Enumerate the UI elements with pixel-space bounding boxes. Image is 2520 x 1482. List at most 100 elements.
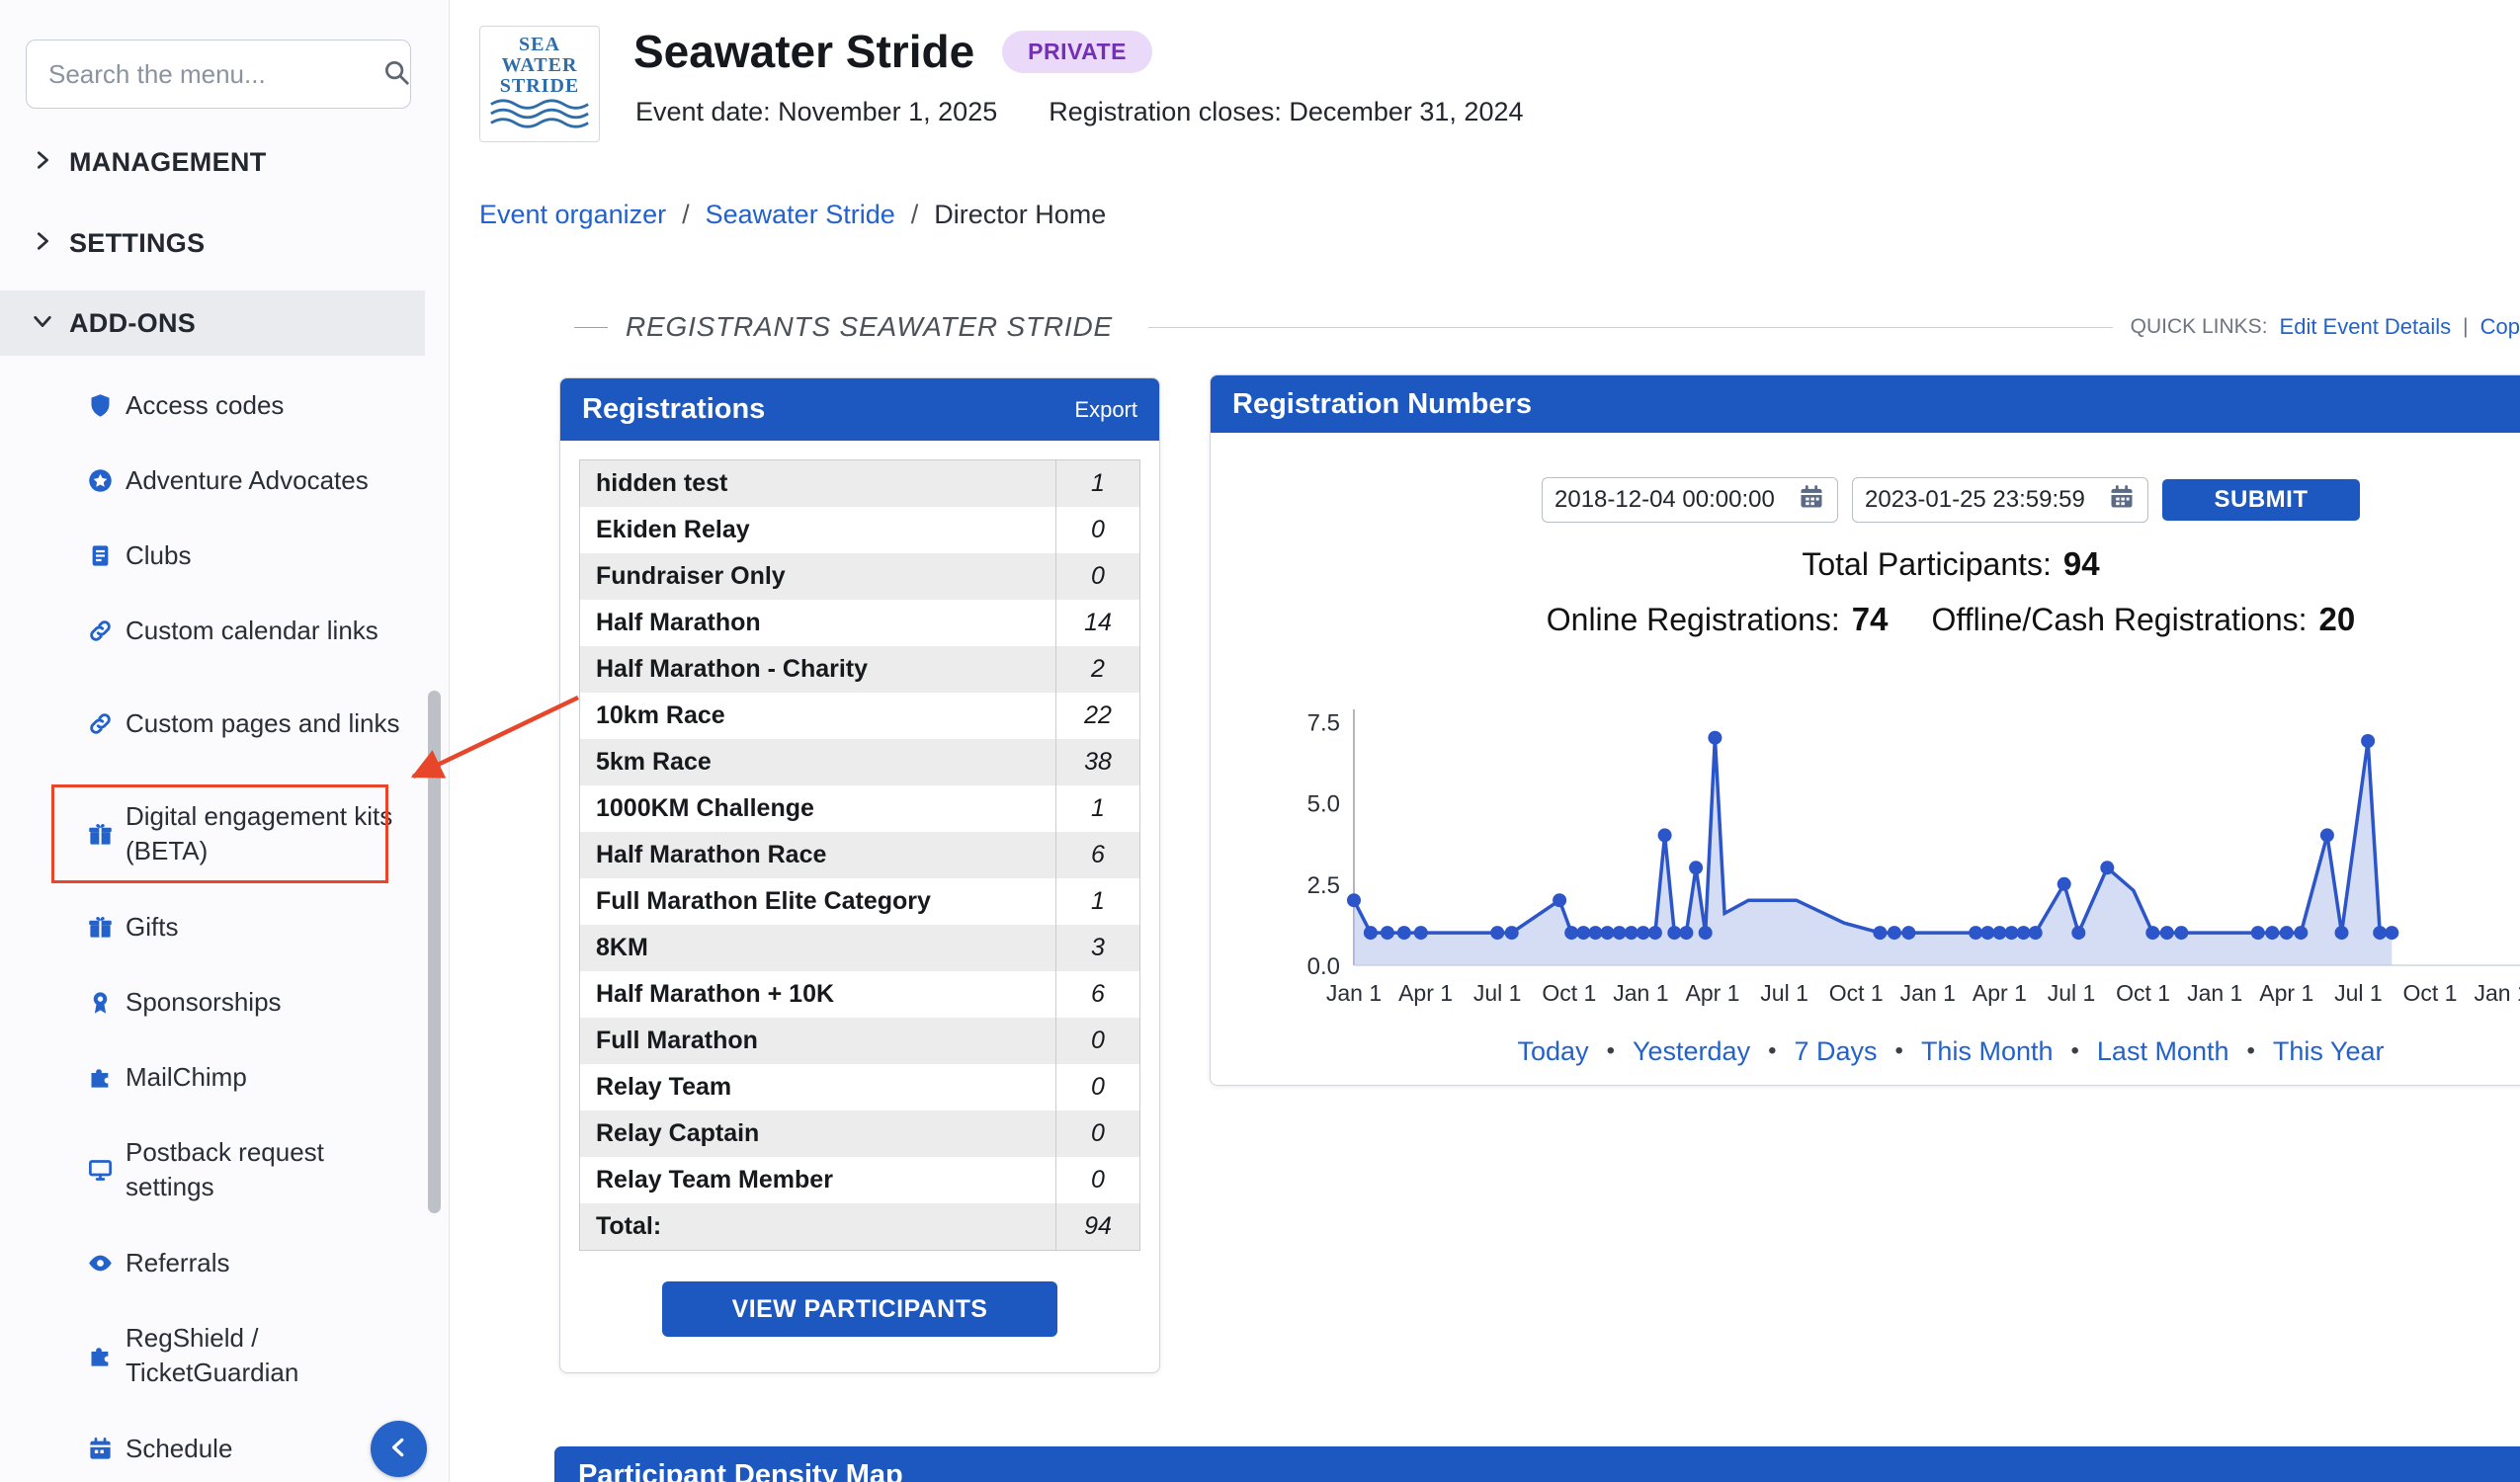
monitor-icon [87,1157,114,1184]
chevron-right-icon [32,149,53,176]
sidebar-item-adventure-advocates[interactable]: Adventure Advocates [0,443,450,518]
gift-icon [87,914,114,941]
online-registrations-value: 74 [1852,601,1889,638]
sidebar-collapse-button[interactable] [371,1421,427,1477]
logo-text-line: WATER [502,55,578,76]
breadcrumb-current: Director Home [934,200,1106,230]
total-participants-value: 94 [2063,545,2100,583]
puzzle-icon [87,1343,114,1369]
ledger-icon [87,542,114,569]
table-row: 8KM3 [580,925,1139,971]
logo-waves [490,97,589,130]
table-row: Relay Captain0 [580,1111,1139,1157]
table-row: Full Marathon0 [580,1018,1139,1064]
sidebar-item-regshield-ticketguardian[interactable]: RegShield / TicketGuardian [0,1300,450,1411]
sidebar-item-digital-engagement-kits[interactable]: Digital engagement kits (BETA) [0,779,450,889]
total-participants-label: Total Participants: [1802,546,2052,583]
advocate-badge-icon [87,467,114,494]
registrations-panel-header: Registrations Export [560,378,1159,441]
sidebar-item-clubs[interactable]: Clubs [0,518,450,593]
sidebar-section-settings[interactable]: SETTINGS [0,210,450,276]
svg-text:Jan 1: Jan 1 [1326,980,1382,1006]
svg-text:7.5: 7.5 [1307,709,1340,736]
registration-numbers-panel: Registration Numbers 2018-12-04 00:00:00… [1210,374,2520,1086]
quick-links-label: QUICK LINKS: [2131,315,2268,339]
breadcrumb: Event organizer / Seawater Stride / Dire… [479,200,1106,230]
offline-registrations-label: Offline/Cash Registrations: [1932,602,2308,638]
sidebar-addons-items: Access codes Adventure Advocates Clubs C… [0,368,450,1482]
link-icon [87,618,114,644]
sidebar: MANAGEMENT SETTINGS ADD-ONS Access codes… [0,0,450,1482]
search-icon[interactable] [381,57,411,92]
section-divider-line [1148,327,2113,328]
table-row: hidden test1 [580,460,1139,507]
private-badge: PRIVATE [1002,31,1152,73]
edit-event-details-link[interactable]: Edit Event Details [2280,314,2452,340]
sidebar-item-postback-request-settings[interactable]: Postback request settings [0,1114,450,1225]
table-row: Half Marathon14 [580,600,1139,646]
table-row: Relay Team0 [580,1064,1139,1111]
svg-text:Jul 1: Jul 1 [1760,980,1808,1006]
svg-text:Jul 1: Jul 1 [2334,980,2383,1006]
section-dash-line [574,327,608,328]
copy-link[interactable]: Cop [2480,314,2520,340]
range-link-last-month[interactable]: Last Month [2097,1036,2229,1067]
participant-density-map-title: Participant Density Map [578,1459,903,1482]
puzzle-icon [87,1064,114,1091]
view-participants-button[interactable]: VIEW PARTICIPANTS [662,1281,1057,1337]
shield-icon [87,392,114,419]
sidebar-section-management[interactable]: MANAGEMENT [0,129,450,195]
svg-text:Jul 1: Jul 1 [2048,980,2096,1006]
submit-button[interactable]: SUBMIT [2162,479,2360,521]
date-range-controls: 2018-12-04 00:00:00 2023-01-25 23:59:59 … [1211,477,2520,523]
sidebar-item-custom-calendar-links[interactable]: Custom calendar links [0,593,450,668]
sidebar-item-referrals[interactable]: Referrals [0,1225,450,1300]
table-row: Half Marathon Race6 [580,832,1139,878]
sidebar-section-label: ADD-ONS [69,308,196,339]
range-link-this-year[interactable]: This Year [2273,1036,2385,1067]
breadcrumb-separator: / [911,200,919,230]
quick-links-pipe: | [2463,315,2468,339]
range-link-this-month[interactable]: This Month [1921,1036,2054,1067]
svg-text:2.5: 2.5 [1307,872,1340,899]
sidebar-item-mailchimp[interactable]: MailChimp [0,1039,450,1114]
table-row: 1000KM Challenge1 [580,785,1139,832]
chevron-left-icon [386,1435,412,1463]
registration-numbers-panel-title: Registration Numbers [1232,388,1532,421]
registrations-panel-title: Registrations [582,393,765,426]
svg-text:Apr 1: Apr 1 [1686,980,1740,1006]
total-participants-line: Total Participants: 94 [1211,544,2520,584]
online-offline-line: Online Registrations: 74 Offline/Cash Re… [1211,600,2520,639]
registration-closes-text: Registration closes: December 31, 2024 [1049,97,1523,127]
svg-text:Oct 1: Oct 1 [1829,980,1884,1006]
sidebar-section-label: MANAGEMENT [69,147,267,178]
sidebar-item-access-codes[interactable]: Access codes [0,368,450,443]
search-input[interactable] [46,58,381,91]
registrations-panel: Registrations Export hidden test1 Ekiden… [559,377,1160,1373]
sidebar-scrollbar-thumb[interactable] [428,691,441,1213]
date-from-input[interactable]: 2018-12-04 00:00:00 [1542,477,1838,523]
table-row: Relay Team Member0 [580,1157,1139,1203]
table-row: Half Marathon + 10K6 [580,971,1139,1018]
calendar-icon[interactable] [1798,483,1825,518]
table-row: 5km Race38 [580,739,1139,785]
range-link-today[interactable]: Today [1518,1036,1589,1067]
page-title: Seawater Stride [633,24,974,79]
sidebar-item-gifts[interactable]: Gifts [0,889,450,964]
date-range-quick-links: Today • Yesterday • 7 Days • This Month … [1211,1033,2520,1069]
award-icon [87,989,114,1016]
sidebar-section-addons[interactable]: ADD-ONS [0,290,425,356]
sidebar-item-sponsorships[interactable]: Sponsorships [0,964,450,1039]
calendar-icon[interactable] [2108,483,2136,518]
range-link-yesterday[interactable]: Yesterday [1633,1036,1750,1067]
svg-text:Apr 1: Apr 1 [1398,980,1453,1006]
sidebar-item-custom-pages-links[interactable]: Custom pages and links [0,668,450,779]
table-row: Ekiden Relay0 [580,507,1139,553]
range-link-7-days[interactable]: 7 Days [1794,1036,1877,1067]
svg-text:Jan 1: Jan 1 [1900,980,1956,1006]
date-to-input[interactable]: 2023-01-25 23:59:59 [1852,477,2148,523]
breadcrumb-event-organizer[interactable]: Event organizer [479,200,666,230]
quick-links: QUICK LINKS: Edit Event Details | Cop [2131,314,2520,340]
breadcrumb-seawater-stride[interactable]: Seawater Stride [706,200,895,230]
export-button[interactable]: Export [1074,397,1137,423]
